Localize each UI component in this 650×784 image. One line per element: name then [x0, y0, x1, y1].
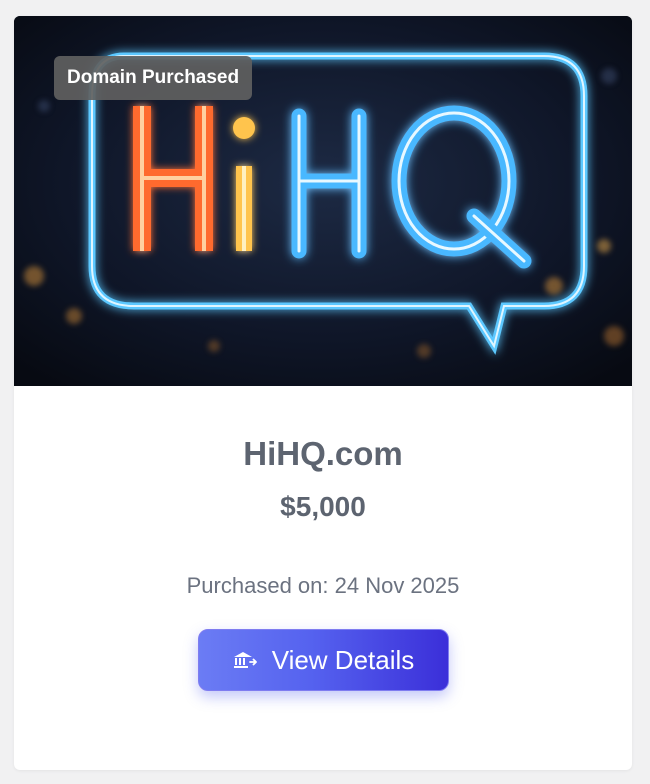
bank-transfer-icon — [232, 649, 258, 671]
card-body: HiHQ.com $5,000 Purchased on: 24 Nov 202… — [14, 434, 632, 691]
domain-name: HiHQ.com — [243, 435, 403, 472]
purchase-date: Purchased on: 24 Nov 2025 — [186, 573, 460, 598]
domain-price: $5,000 — [280, 491, 366, 522]
domain-purchased-badge: Domain Purchased — [54, 56, 253, 100]
domain-hero-image: Domain Purchased — [14, 16, 632, 386]
view-details-button[interactable]: View Details — [197, 629, 449, 691]
domain-card: Domain Purchased HiHQ.com $5,000 Purchas… — [14, 16, 632, 770]
view-details-label: View Details — [271, 644, 415, 675]
